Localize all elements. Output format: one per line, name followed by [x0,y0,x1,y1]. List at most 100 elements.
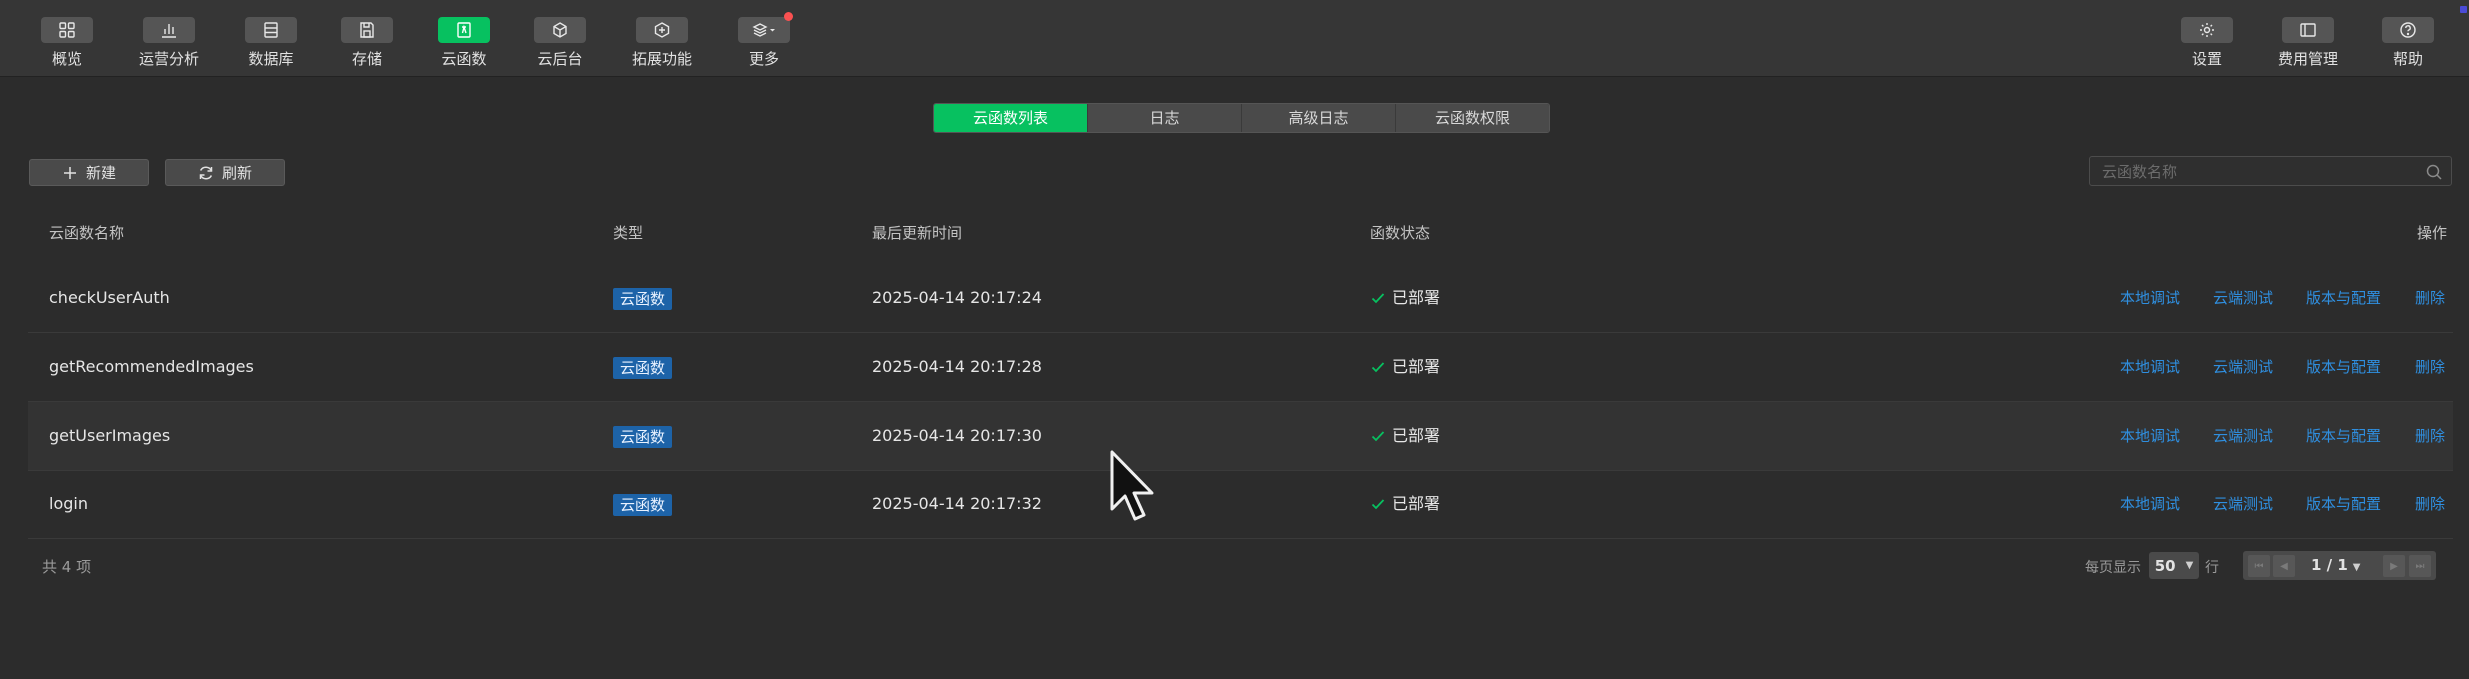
pagination: ⏮ ◀ 1 / 1 ▼ ▶ ⏭ [2243,551,2436,580]
per-page-unit: 行 [2205,560,2219,576]
chevron-right-icon: ▶ [2390,560,2398,572]
toolbar-settings[interactable]: 设置 [2157,17,2257,69]
type-badge: 云函数 [613,357,673,379]
bar-chart-icon [162,24,176,38]
toolbar-label: 云后台 [537,50,583,68]
refresh-button[interactable]: 刷新 [165,159,285,186]
toolbar-label: 数据库 [248,50,294,68]
table-row[interactable]: login 云函数 2025-04-14 20:17:32 已部署 本地调试 云… [28,470,2453,539]
function-name: checkUserAuth [49,288,170,307]
page-indicator: 1 / 1 [2311,556,2348,574]
version-config-link[interactable]: 版本与配置 [2306,470,2381,538]
cloud-test-link[interactable]: 云端测试 [2213,333,2273,401]
check-icon [1371,362,1385,373]
tab-function-list[interactable]: 云函数列表 [934,104,1088,132]
column-header-status: 函数状态 [1370,224,1431,242]
storage-icon [360,22,374,38]
delete-link[interactable]: 删除 [2415,402,2445,470]
window-corner-indicator [2460,6,2467,13]
first-page-icon: ⏮ [2254,560,2264,572]
local-debug-link[interactable]: 本地调试 [2120,402,2180,470]
billing-icon [2300,23,2316,37]
version-config-link[interactable]: 版本与配置 [2306,333,2381,401]
tab-logs[interactable]: 日志 [1088,104,1242,132]
chevron-down-icon: ▼ [2185,560,2194,571]
toolbar-cloud-function[interactable]: 云函数 [414,17,514,69]
delete-link[interactable]: 删除 [2415,470,2445,538]
prev-page-button[interactable]: ◀ [2273,555,2295,577]
tab-function-permissions[interactable]: 云函数权限 [1396,104,1549,132]
cloud-test-link[interactable]: 云端测试 [2213,470,2273,538]
toolbar-billing[interactable]: 费用管理 [2258,17,2358,69]
status-text: 已部署 [1392,494,1441,513]
toolbar-analytics[interactable]: 运营分析 [119,17,219,69]
function-tabs: 云函数列表 日志 高级日志 云函数权限 [933,103,1550,133]
local-debug-link[interactable]: 本地调试 [2120,470,2180,538]
toolbar-label: 帮助 [2392,50,2423,68]
status-text: 已部署 [1392,426,1441,445]
status-cell: 已部署 [1370,333,1440,401]
check-icon [1371,499,1385,510]
table-row[interactable]: getRecommendedImages 云函数 2025-04-14 20:1… [28,333,2453,402]
mouse-cursor-icon [1110,450,1154,521]
status-text: 已部署 [1392,357,1441,376]
type-badge: 云函数 [613,288,673,310]
search-input[interactable] [2090,157,2424,187]
chevron-down-icon: ▼ [2352,562,2361,573]
column-header-ops: 操作 [2417,224,2448,242]
toolbar-cloud-admin[interactable]: 云后台 [510,17,610,69]
function-name: getUserImages [49,426,171,445]
updated-time: 2025-04-14 20:17:32 [872,494,1042,513]
toolbar-label: 运营分析 [138,50,199,68]
version-config-link[interactable]: 版本与配置 [2306,402,2381,470]
updated-time: 2025-04-14 20:17:24 [872,288,1042,307]
table-row[interactable]: getUserImages 云函数 2025-04-14 20:17:30 已部… [28,402,2453,471]
toolbar-storage[interactable]: 存储 [317,17,417,69]
grid-icon [59,22,75,38]
updated-time: 2025-04-14 20:17:30 [872,426,1042,445]
cloud-test-link[interactable]: 云端测试 [2213,402,2273,470]
table-row[interactable]: checkUserAuth 云函数 2025-04-14 20:17:24 已部… [28,264,2453,333]
delete-link[interactable]: 删除 [2415,264,2445,332]
per-page-select[interactable]: 50 ▼ [2149,552,2199,579]
layers-icon [752,23,775,37]
status-text: 已部署 [1392,288,1441,307]
page-select[interactable]: 1 / 1 ▼ [2311,551,2361,580]
help-icon [2400,22,2416,38]
status-cell: 已部署 [1370,402,1440,470]
notification-dot [784,12,793,21]
version-config-link[interactable]: 版本与配置 [2306,264,2381,332]
type-badge: 云函数 [613,494,673,516]
type-badge: 云函数 [613,426,673,448]
refresh-icon [199,166,213,179]
total-count: 共 4 项 [42,558,92,576]
local-debug-link[interactable]: 本地调试 [2120,264,2180,332]
cloud-test-link[interactable]: 云端测试 [2213,264,2273,332]
toolbar-label: 更多 [748,50,779,68]
per-page-value: 50 [2154,556,2176,575]
column-header-type: 类型 [613,224,644,242]
status-cell: 已部署 [1370,470,1440,538]
toolbar-label: 云函数 [441,50,487,68]
local-debug-link[interactable]: 本地调试 [2120,333,2180,401]
toolbar-help[interactable]: 帮助 [2358,17,2458,69]
first-page-button[interactable]: ⏮ [2248,555,2270,577]
last-page-button[interactable]: ⏭ [2409,555,2431,577]
refresh-button-label: 刷新 [221,164,252,182]
delete-link[interactable]: 删除 [2415,333,2445,401]
toolbar-label: 拓展功能 [631,50,692,68]
gear-icon [2200,23,2214,37]
column-header-updated: 最后更新时间 [872,224,963,242]
function-name: getRecommendedImages [49,357,254,376]
toolbar-more[interactable]: 更多 [714,12,814,69]
next-page-button[interactable]: ▶ [2383,555,2405,577]
per-page-label: 每页显示 [2085,560,2141,576]
toolbar-label: 概览 [51,50,82,68]
toolbar-database[interactable]: 数据库 [221,17,321,69]
toolbar-overview[interactable]: 概览 [17,17,117,69]
toolbar-label: 设置 [2191,50,2222,68]
search-icon[interactable] [2425,163,2443,181]
toolbar-extensions[interactable]: 拓展功能 [612,17,712,69]
new-button[interactable]: 新建 [29,159,149,186]
tab-advanced-logs[interactable]: 高级日志 [1242,104,1396,132]
